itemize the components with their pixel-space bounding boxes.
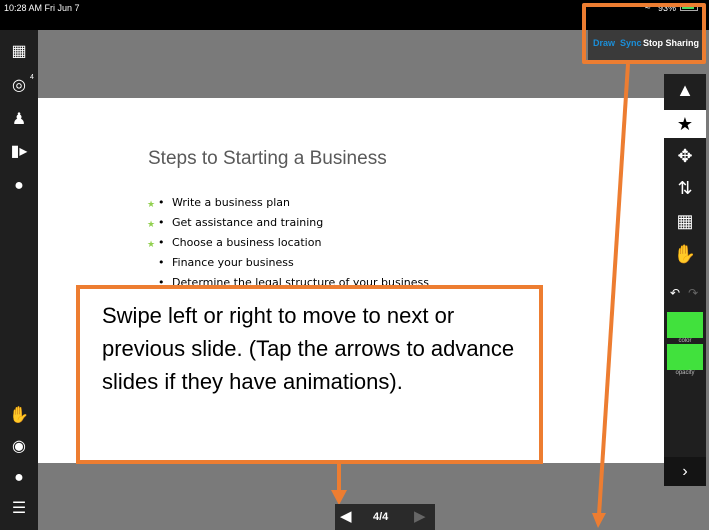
opacity-swatch[interactable]: [667, 344, 703, 370]
redo-icon[interactable]: ↷: [688, 286, 698, 300]
page-indicator: 4/4: [373, 511, 389, 523]
chat-icon[interactable]: ●: [0, 172, 38, 200]
layers-icon[interactable]: ⇅: [664, 174, 706, 202]
chevron-right-icon[interactable]: ›: [664, 457, 706, 486]
slide-bullet: • Write a business plan: [158, 196, 290, 209]
animation-star-icon: ★: [147, 239, 156, 249]
undo-icon[interactable]: ↶: [670, 286, 680, 300]
slide-title: Steps to Starting a Business: [148, 148, 387, 169]
annotation-arrow-line: [337, 463, 341, 493]
animation-star-icon: ★: [147, 199, 156, 209]
status-time: 10:28 AM Fri Jun 7: [4, 3, 80, 13]
video-icon[interactable]: ▮▸: [0, 138, 38, 166]
slide-bullet: • Choose a business location: [158, 236, 322, 249]
participants-badge: 4: [30, 74, 34, 81]
opacity-label: opacity: [675, 370, 695, 376]
star-icon[interactable]: ★: [664, 110, 706, 138]
prev-slide-icon[interactable]: ◀: [340, 507, 352, 525]
next-slide-icon[interactable]: ▶: [414, 507, 426, 525]
participants-icon[interactable]: ♟: [0, 106, 38, 134]
left-toolbar: ▦ ◎ ♟ ▮▸ ● ✋ ◉ ● ☰: [0, 30, 38, 530]
highlighter-icon[interactable]: ▲: [664, 76, 706, 104]
annotation-highlight-box: [582, 3, 706, 64]
move-icon[interactable]: ✥: [664, 142, 706, 170]
trash-icon[interactable]: ▦: [664, 207, 706, 235]
undo-redo: ↶ ↷: [670, 286, 698, 300]
raise-hand-icon[interactable]: ✋: [0, 402, 38, 430]
presentation-icon[interactable]: ▦: [0, 38, 38, 66]
microphone-icon[interactable]: ●: [0, 464, 38, 492]
hand-icon[interactable]: ✋: [664, 240, 706, 268]
slide-navigator: ◀ 4/4 ▶: [335, 504, 435, 530]
color-swatch[interactable]: [667, 312, 703, 338]
right-annotation-toolbar: ▲ ★ ✥ ⇅ ▦ ✋ ↶ ↷ color opacity ›: [664, 74, 706, 486]
slide-bullet: • Get assistance and training: [158, 216, 324, 229]
slide-bullet: • Finance your business: [158, 256, 294, 269]
menu-icon[interactable]: ☰: [0, 495, 38, 523]
webcam-icon[interactable]: ◉: [0, 433, 38, 461]
callout-text: Swipe left or right to move to next or p…: [102, 303, 515, 394]
instruction-callout: Swipe left or right to move to next or p…: [76, 285, 543, 464]
animation-star-icon: ★: [147, 219, 156, 229]
